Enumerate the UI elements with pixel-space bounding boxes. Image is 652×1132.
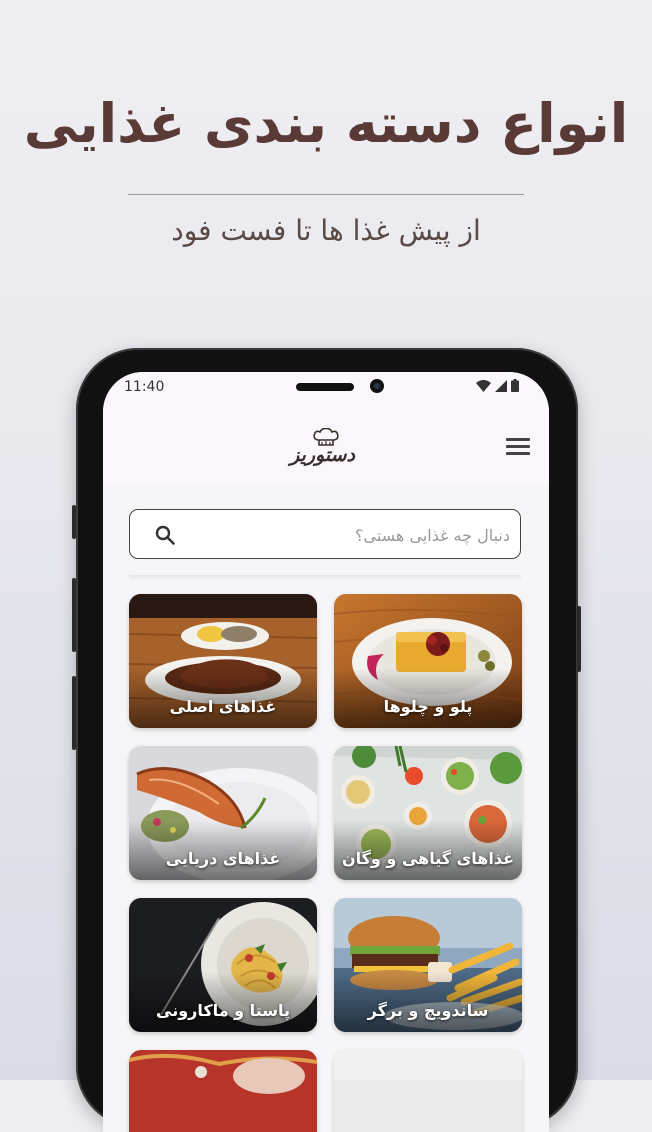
logo-wordmark: دستوریز	[290, 444, 355, 466]
category-label: پاستا و ماکارونی	[156, 1001, 290, 1020]
category-card-seafood[interactable]: غذاهای دریایی	[129, 746, 317, 880]
category-label: غذاهای دریایی	[165, 849, 281, 868]
search-bar	[129, 509, 521, 560]
hamburger-menu-icon[interactable]	[506, 438, 530, 456]
status-bar: 11:40	[103, 372, 549, 406]
phone-side-button	[72, 676, 76, 750]
category-image-placeholder	[334, 1050, 522, 1132]
hero-divider	[128, 194, 524, 195]
category-card-partial[interactable]	[334, 1050, 522, 1132]
category-label: پلو و چلوها	[383, 697, 473, 716]
status-time: 11:40	[124, 379, 165, 395]
phone-side-button	[72, 578, 76, 652]
category-card-polo[interactable]: پلو و چلوها	[334, 594, 522, 728]
category-card-vegan[interactable]: غذاهای گیاهی و وگان	[334, 746, 522, 880]
search-icon[interactable]	[154, 524, 176, 546]
category-label: ساندویچ و برگر	[367, 1001, 489, 1020]
notch-speaker	[296, 383, 354, 391]
search-divider	[129, 575, 521, 581]
category-label: غذاهای اصلی	[169, 697, 277, 716]
search-input[interactable]	[190, 510, 512, 560]
hero-title: انواع دسته بندی غذایی	[23, 92, 629, 155]
status-icons	[476, 379, 519, 392]
hero-subtitle: از پیش غذا ها تا فست فود	[171, 214, 481, 247]
category-card-partial[interactable]	[129, 1050, 317, 1132]
category-card-pasta[interactable]: پاستا و ماکارونی	[129, 898, 317, 1032]
app-logo[interactable]: دستوریز	[290, 428, 355, 472]
battery-icon	[511, 379, 519, 392]
signal-icon	[495, 379, 507, 392]
category-image-partial	[129, 1050, 317, 1132]
app-header: دستوریز	[103, 406, 549, 484]
phone-screen: 11:40 دستوریز دنبال چه غذایی هستی؟ پلو و…	[103, 372, 549, 1132]
phone-side-button	[72, 505, 76, 539]
category-label: غذاهای گیاهی و وگان	[341, 849, 515, 868]
category-card-sandwich[interactable]: ساندویچ و برگر	[334, 898, 522, 1032]
wifi-icon	[476, 379, 491, 392]
phone-power-button	[577, 606, 581, 672]
category-card-main-dishes[interactable]: غذاهای اصلی	[129, 594, 317, 728]
front-camera	[370, 379, 384, 393]
